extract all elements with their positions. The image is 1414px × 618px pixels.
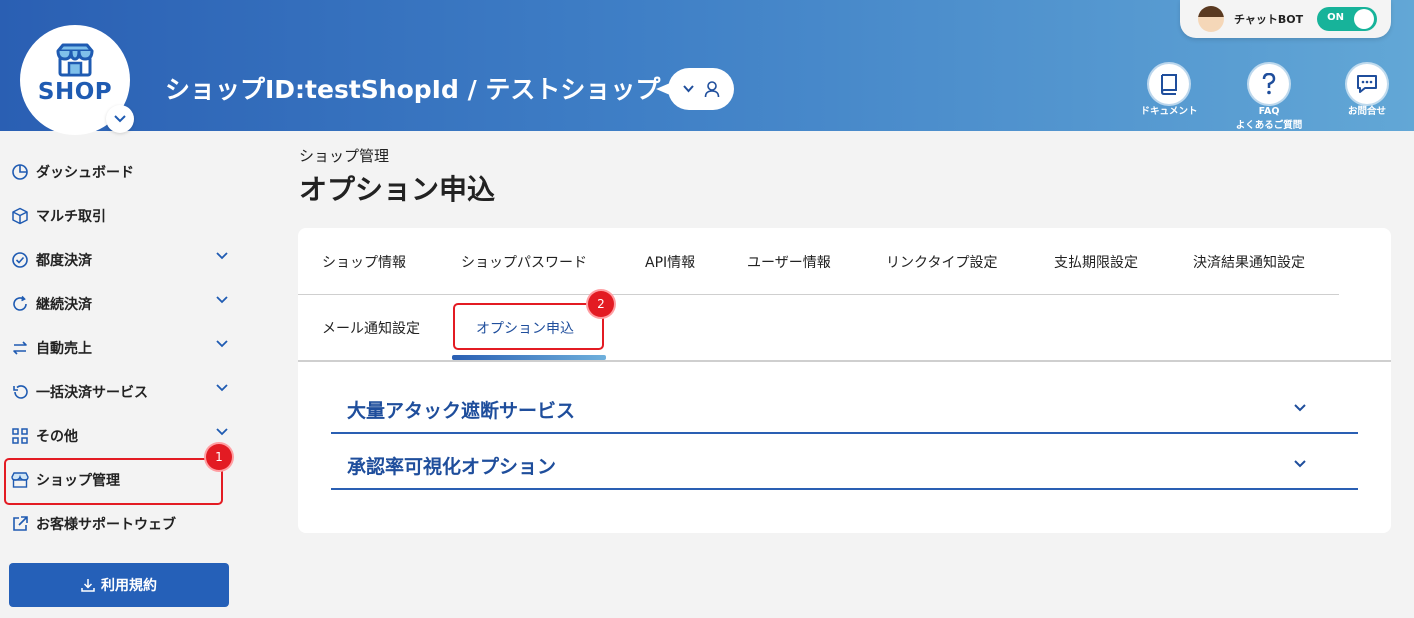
faq-button[interactable]: FAQ よくあるご質問 <box>1224 64 1314 132</box>
tab-shop-password[interactable]: ショップパスワード <box>461 252 587 272</box>
contact-button[interactable]: お問合せ <box>1322 64 1412 118</box>
tab-shop-info[interactable]: ショップ情報 <box>322 252 406 272</box>
undo-icon <box>13 385 28 399</box>
pie-chart-icon <box>12 164 28 180</box>
book-icon <box>1160 74 1177 95</box>
sidebar-item-label: 都度決済 <box>36 253 92 269</box>
sidebar-item-label: 継続決済 <box>36 297 92 313</box>
sidebar-item-others[interactable]: その他 <box>10 421 230 451</box>
check-circle-icon <box>12 252 28 268</box>
sidebar-item-one-time-payment[interactable]: 都度決済 <box>10 245 230 275</box>
storefront-icon <box>56 43 94 77</box>
faq-sublabel: よくあるご質問 <box>1235 120 1303 131</box>
sidebar-item-recurring-payment[interactable]: 継続決済 <box>10 289 230 319</box>
logo-text: SHOP <box>37 79 113 105</box>
sidebar-item-label: マルチ取引 <box>36 209 106 225</box>
accordion-attack-block-service[interactable]: 大量アタック遮断サービス <box>331 376 1358 434</box>
sidebar-item-label: ダッシュボード <box>36 165 134 181</box>
toggle-knob <box>1354 9 1375 29</box>
tab-link-type-settings[interactable]: リンクタイプ設定 <box>886 252 997 272</box>
accordion-title: 承認率可視化オプション <box>347 456 557 478</box>
sidebar-item-label: 自動売上 <box>36 341 92 357</box>
chatbot-avatar-icon <box>1198 6 1224 32</box>
terms-button-label: 利用規約 <box>101 578 157 594</box>
tab-payment-deadline-settings[interactable]: 支払期限設定 <box>1054 252 1138 272</box>
document-button[interactable]: ドキュメント <box>1124 64 1214 118</box>
chatbot-toggle[interactable]: ON <box>1317 7 1378 31</box>
toggle-state-label: ON <box>1327 12 1345 23</box>
breadcrumb: ショップ管理 <box>299 147 390 165</box>
external-link-icon <box>13 516 28 531</box>
document-label: ドキュメント <box>1140 106 1198 117</box>
shop-title: ショップID:testShopId / テストショップ <box>165 75 661 104</box>
page-title: オプション申込 <box>299 173 496 206</box>
tab-payment-result-notification[interactable]: 決済結果通知設定 <box>1193 252 1305 272</box>
chevron-down-icon <box>1294 460 1306 468</box>
terms-download-button[interactable]: 利用規約 <box>9 563 229 607</box>
sidebar-item-label: その他 <box>36 429 78 445</box>
shop-menu-toggle[interactable] <box>106 105 134 133</box>
accordion-approval-rate-option[interactable]: 承認率可視化オプション <box>331 432 1358 490</box>
sidebar-item-bulk-payment[interactable]: 一括決済サービス <box>10 377 230 407</box>
accordion-title: 大量アタック遮断サービス <box>347 400 576 422</box>
chatbot-panel: チャットBOT ON <box>1180 0 1391 38</box>
sidebar-item-support-web[interactable]: お客様サポートウェブ <box>10 509 230 539</box>
annotation-highlight-shop-management <box>4 458 223 505</box>
user-icon <box>704 81 719 98</box>
tab-user-info[interactable]: ユーザー情報 <box>747 252 831 272</box>
sidebar-item-label: 一括決済サービス <box>36 385 148 401</box>
sidebar-item-multi-transaction[interactable]: マルチ取引 <box>10 201 230 231</box>
download-icon <box>81 579 95 592</box>
tab-email-notification-settings[interactable]: メール通知設定 <box>322 318 420 338</box>
cube-icon <box>12 207 28 225</box>
tab-api-info[interactable]: API情報 <box>645 252 695 272</box>
chevron-down-icon <box>216 428 228 436</box>
faq-label: FAQ <box>1258 106 1280 117</box>
contact-label: お問合せ <box>1347 106 1386 117</box>
tab-row-divider <box>298 294 1339 295</box>
annotation-highlight-option-tab <box>453 303 604 350</box>
annotation-badge-2: 2 <box>588 291 614 317</box>
chatbot-label: チャットBOT <box>1234 13 1304 26</box>
chevron-down-icon <box>1294 404 1306 412</box>
chevron-down-icon <box>216 340 228 348</box>
grid-icon <box>12 428 28 444</box>
chevron-down-icon <box>114 115 126 123</box>
chevron-down-icon <box>682 85 694 93</box>
app-header: SHOP ショップID:testShopId / テストショップ チャットBOT… <box>0 0 1414 135</box>
tabs-divider <box>298 360 1391 362</box>
chevron-down-icon <box>216 252 228 260</box>
sidebar-item-dashboard[interactable]: ダッシュボード <box>10 157 230 187</box>
refresh-icon <box>13 295 27 311</box>
chat-icon <box>1357 75 1377 93</box>
sidebar-item-label: お客様サポートウェブ <box>36 517 176 533</box>
sidebar-item-auto-sales[interactable]: 自動売上 <box>10 333 230 363</box>
chevron-down-icon <box>216 384 228 392</box>
question-icon <box>1262 73 1276 95</box>
chevron-down-icon <box>216 296 228 304</box>
shop-switcher-button[interactable] <box>656 68 734 110</box>
annotation-badge-1: 1 <box>206 444 232 470</box>
settings-card: ショップ情報 ショップパスワード API情報 ユーザー情報 リンクタイプ設定 支… <box>298 228 1391 533</box>
swap-icon <box>13 341 27 355</box>
